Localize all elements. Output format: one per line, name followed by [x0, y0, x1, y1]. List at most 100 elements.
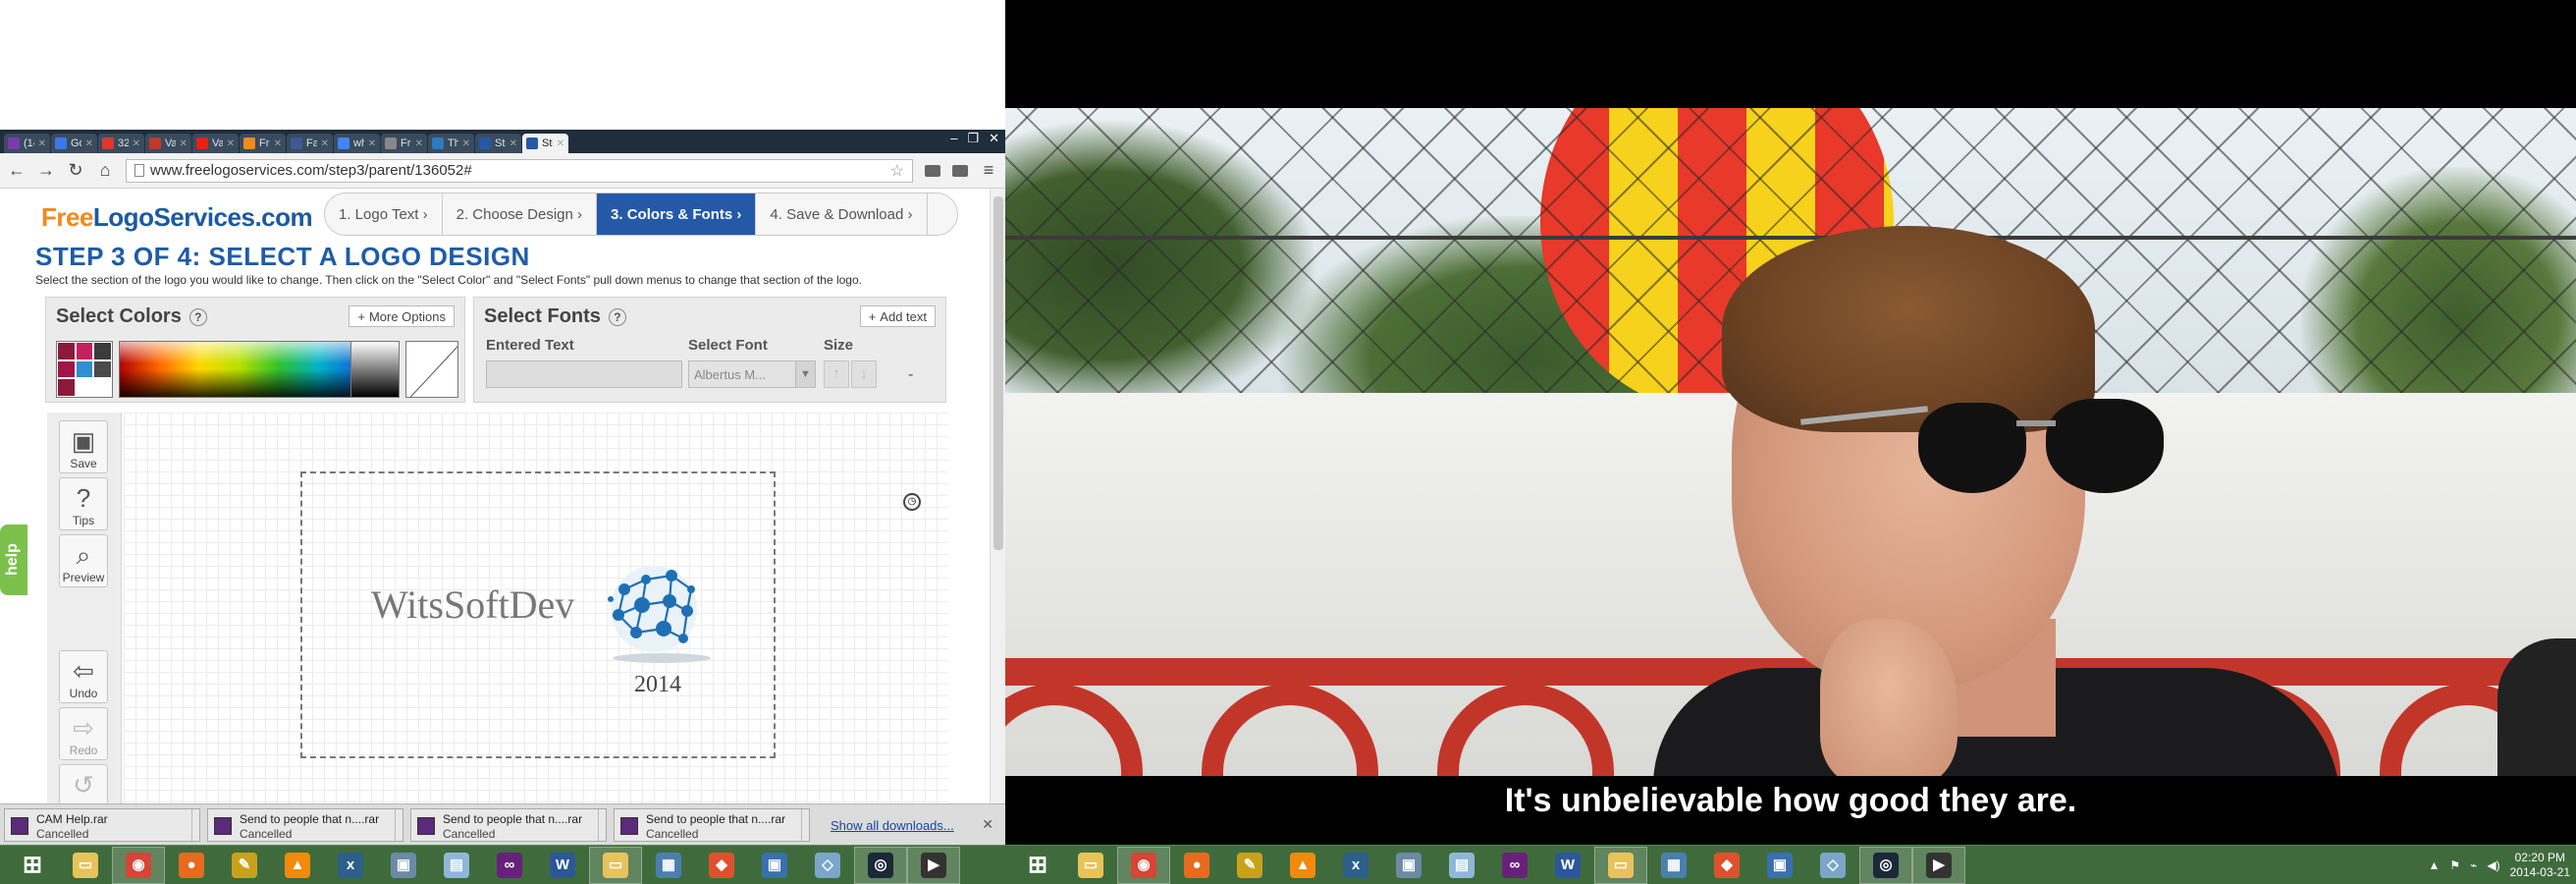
xbmc-icon[interactable]: x — [324, 847, 377, 884]
redo-button[interactable]: ⇨ Redo — [59, 707, 108, 760]
notepad-icon[interactable]: ▤ — [430, 847, 483, 884]
browser-tab[interactable]: Val ✕ — [192, 134, 239, 153]
xbmc-icon[interactable]: x — [1329, 847, 1382, 884]
help-question-icon[interactable]: ? — [188, 307, 207, 326]
browser-tab[interactable]: The ✕ — [428, 134, 474, 153]
color-swatch[interactable] — [75, 378, 94, 397]
tips-button[interactable]: ? Tips — [59, 477, 108, 530]
network-icon[interactable]: ⌁ — [2470, 858, 2477, 872]
notepad-icon[interactable]: ▤ — [1435, 847, 1488, 884]
close-icon[interactable]: ✕ — [557, 138, 564, 149]
color-swatch[interactable] — [75, 342, 94, 360]
close-icon[interactable]: ✕ — [85, 138, 93, 149]
video-player-icon[interactable]: ▶ — [907, 846, 960, 884]
color-swatch[interactable] — [93, 342, 112, 360]
size-down-button[interactable]: ↓ — [851, 360, 877, 388]
close-icon[interactable]: ✕ — [415, 138, 423, 149]
folder-icon[interactable]: ▭ — [1594, 846, 1647, 884]
volume-icon[interactable]: ◀) — [2487, 858, 2499, 872]
bookmark-star-icon[interactable]: ☆ — [890, 161, 904, 181]
cube-app-icon[interactable]: ◇ — [801, 847, 854, 884]
close-icon[interactable]: ✕ — [989, 131, 999, 146]
logo-canvas[interactable]: WitsSoftDev 2014 ◷ — [124, 413, 948, 803]
logo-year-text[interactable]: 2014 — [634, 672, 681, 698]
visual-studio-icon[interactable]: ∞ — [483, 847, 536, 884]
globe-network-icon[interactable] — [597, 560, 715, 668]
help-tab[interactable]: help — [0, 525, 27, 595]
color-swatch[interactable] — [57, 378, 76, 397]
close-icon[interactable]: ✕ — [133, 138, 140, 149]
download-menu-button[interactable] — [801, 809, 809, 841]
download-menu-button[interactable] — [598, 809, 606, 841]
word-icon[interactable]: W — [1541, 847, 1594, 884]
clock-icon[interactable]: ◷ — [903, 493, 921, 511]
close-icon[interactable]: ✕ — [180, 138, 188, 149]
chrome-icon[interactable]: ◉ — [1117, 846, 1170, 884]
browser-tab[interactable]: Fre ✕ — [240, 134, 286, 153]
browser-tab[interactable]: Val ✕ — [145, 134, 191, 153]
undo-button[interactable]: ⇦ Undo — [59, 650, 108, 703]
size-up-button[interactable]: ↑ — [824, 360, 849, 388]
close-icon[interactable]: ✕ — [510, 138, 517, 149]
color-swatch[interactable] — [57, 359, 76, 379]
logo-brand-text[interactable]: WitsSoftDev — [371, 581, 574, 628]
font-select[interactable]: Albertus M... ▼ — [688, 360, 816, 388]
computer-icon[interactable]: ▣ — [1382, 847, 1435, 884]
chrome-icon[interactable]: ◉ — [112, 846, 165, 884]
extension-icon[interactable] — [925, 164, 940, 177]
network-app-icon[interactable]: ▦ — [642, 847, 695, 884]
color-swatch[interactable] — [57, 342, 76, 360]
vlc-icon[interactable]: ▲ — [271, 847, 324, 884]
restore-icon[interactable]: ❐ — [967, 131, 979, 146]
scrollbar-thumb[interactable] — [993, 196, 1003, 550]
browser-tab[interactable]: Go ✕ — [51, 134, 97, 153]
download-item[interactable]: CAM Help.rar Cancelled — [4, 808, 200, 842]
pencil-app-icon[interactable]: ✎ — [218, 847, 271, 884]
firefox-icon[interactable]: ● — [165, 847, 218, 884]
forward-icon[interactable]: → — [37, 160, 55, 181]
download-menu-button[interactable] — [191, 809, 199, 841]
minimize-icon[interactable]: – — [950, 131, 957, 146]
site-logo[interactable]: FreeLogoServices.com — [41, 202, 313, 233]
git-icon[interactable]: ◆ — [1700, 847, 1753, 884]
firefox-icon[interactable]: ● — [1170, 847, 1223, 884]
cube-app-icon[interactable]: ◇ — [1806, 847, 1859, 884]
close-icon[interactable]: ✕ — [38, 138, 46, 149]
browser-tab[interactable]: (14 ✕ — [4, 134, 50, 153]
step-4[interactable]: 4. Save & Download › — [756, 193, 928, 235]
pencil-app-icon[interactable]: ✎ — [1223, 847, 1276, 884]
remote-desktop-icon[interactable]: ▣ — [1753, 847, 1806, 884]
show-all-downloads-link[interactable]: Show all downloads... — [831, 818, 954, 833]
close-icon[interactable]: ✕ — [321, 138, 329, 149]
step-2[interactable]: 2. Choose Design › — [443, 193, 598, 235]
close-icon[interactable]: ✕ — [274, 138, 282, 149]
step-1[interactable]: 1. Logo Text › — [325, 193, 443, 235]
preview-button[interactable]: ⌕ Preview — [59, 534, 108, 587]
close-icon[interactable]: ✕ — [462, 138, 470, 149]
clock[interactable]: 02:20 PM 2014-03-21 — [2510, 851, 2570, 880]
help-question-icon[interactable]: ? — [608, 307, 626, 326]
color-swatch-grid[interactable] — [56, 341, 113, 398]
save-button[interactable]: ▣ Save — [59, 420, 108, 473]
no-color-button[interactable] — [405, 341, 458, 398]
color-swatch[interactable] — [93, 378, 112, 397]
flag-icon[interactable]: ⚑ — [2449, 858, 2460, 872]
file-explorer-icon[interactable]: ▭ — [1064, 847, 1117, 884]
page-scrollbar[interactable] — [990, 189, 1005, 803]
close-icon[interactable]: ✕ — [368, 138, 376, 149]
download-item[interactable]: Send to people that n....rar Cancelled — [410, 808, 607, 842]
logo-selection-box[interactable]: WitsSoftDev 2014 — [300, 471, 776, 758]
close-icon[interactable]: ✕ — [227, 138, 235, 149]
more-options-button[interactable]: + More Options — [349, 305, 455, 327]
file-explorer-icon[interactable]: ▭ — [59, 847, 112, 884]
steam-icon[interactable]: ◎ — [854, 846, 907, 884]
network-app-icon[interactable]: ▦ — [1647, 847, 1700, 884]
download-item[interactable]: Send to people that n....rar Cancelled — [614, 808, 810, 842]
folder-icon[interactable]: ▭ — [589, 846, 642, 884]
download-item[interactable]: Send to people that n....rar Cancelled — [207, 808, 403, 842]
browser-tab[interactable]: Ste ✕ — [522, 134, 568, 153]
browser-tab[interactable]: Ste ✕ — [475, 134, 521, 153]
browser-tab[interactable]: Fre ✕ — [381, 134, 427, 153]
start-button[interactable]: ⊞ — [1011, 847, 1064, 884]
home-icon[interactable]: ⌂ — [96, 160, 114, 181]
